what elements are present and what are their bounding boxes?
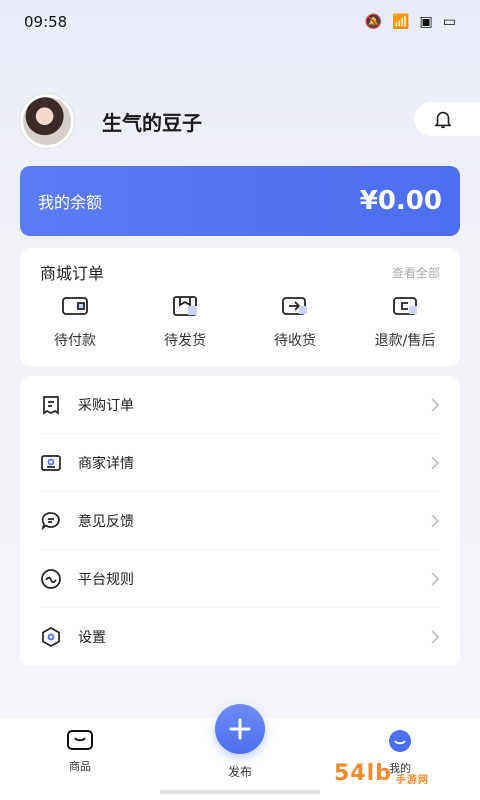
mall-orders-card: 商城订单 查看全部 待付款 待发货 待收货 退款/售后 (20, 248, 460, 366)
bell-icon (434, 111, 452, 129)
watermark-subtext: 手游网 (395, 775, 429, 786)
order-refund-aftersale[interactable]: 退款/售后 (350, 294, 460, 350)
bottom-tab-bar: 商品 发布 我的 54lb 手游网 (0, 704, 480, 800)
order-label: 退款/售后 (374, 333, 436, 349)
id-card-icon (41, 454, 61, 471)
plus-icon (229, 718, 251, 740)
balance-label: 我的余额 (38, 193, 103, 212)
profile-header: 生气的豆子 (20, 94, 480, 148)
tab-label: 商品 (69, 760, 91, 773)
menu-label: 商家详情 (78, 455, 134, 472)
menu-item-purchase-orders[interactable]: 采购订单 (40, 376, 440, 434)
settings-hex-icon (42, 627, 60, 647)
order-pending-shipment[interactable]: 待发货 (130, 294, 240, 350)
order-label: 待收货 (274, 333, 316, 349)
chevron-right-icon (431, 455, 440, 470)
menu-list: 采购订单 商家详情 意见反馈 平台规则 设置 (20, 376, 460, 666)
order-label: 待发货 (164, 333, 206, 349)
watermark-text: 54lb (334, 761, 392, 786)
chevron-right-icon (431, 513, 440, 528)
box-icon (173, 296, 197, 316)
wallet-icon (62, 297, 88, 315)
wifi-icon: 📶 (392, 14, 410, 30)
status-icons: 🔕 📶 ▣ ▭ (365, 14, 456, 30)
battery-icon: ▭ (442, 14, 456, 30)
menu-item-platform-rules[interactable]: 平台规则 (40, 550, 440, 608)
chevron-right-icon (431, 630, 440, 644)
notification-button[interactable] (414, 102, 480, 136)
orders-status-row: 待付款 待发货 待收货 退款/售后 (20, 294, 460, 350)
rules-icon (41, 568, 61, 589)
message-icon (41, 511, 60, 530)
tab-products[interactable]: 商品 (40, 728, 120, 774)
menu-label: 意见反馈 (78, 513, 134, 530)
chevron-right-icon (431, 571, 440, 586)
refund-icon (393, 297, 417, 315)
publish-button[interactable] (215, 704, 265, 754)
menu-item-settings[interactable]: 设置 (40, 608, 440, 666)
balance-value: ¥0.00 (359, 186, 442, 216)
orders-title: 商城订单 (40, 264, 105, 283)
order-pending-receipt[interactable]: 待收货 (240, 294, 350, 350)
truck-icon (282, 297, 307, 315)
order-pending-payment[interactable]: 待付款 (20, 294, 130, 350)
status-time: 09:58 (24, 13, 68, 31)
menu-label: 平台规则 (78, 571, 134, 588)
menu-item-merchant-details[interactable]: 商家详情 (40, 434, 440, 492)
sim-icon: ▣ (419, 14, 433, 30)
publish-label: 发布 (227, 765, 252, 779)
balance-card[interactable]: 我的余额 ¥0.00 (20, 166, 460, 236)
menu-label: 采购订单 (78, 397, 134, 414)
document-icon (43, 395, 59, 415)
username: 生气的豆子 (102, 110, 202, 135)
order-label: 待付款 (54, 333, 96, 349)
avatar[interactable] (20, 94, 74, 148)
view-all-link[interactable]: 查看全部 (392, 264, 440, 281)
status-bar: 09:58 🔕 📶 ▣ ▭ (0, 0, 480, 44)
menu-item-feedback[interactable]: 意见反馈 (40, 492, 440, 550)
chevron-right-icon (431, 397, 440, 412)
orders-header: 商城订单 查看全部 (20, 248, 460, 286)
shop-icon (67, 730, 93, 750)
menu-label: 设置 (78, 630, 106, 646)
mute-icon: 🔕 (364, 14, 383, 30)
watermark: 54lb 手游网 (334, 750, 474, 786)
home-indicator (160, 790, 320, 794)
